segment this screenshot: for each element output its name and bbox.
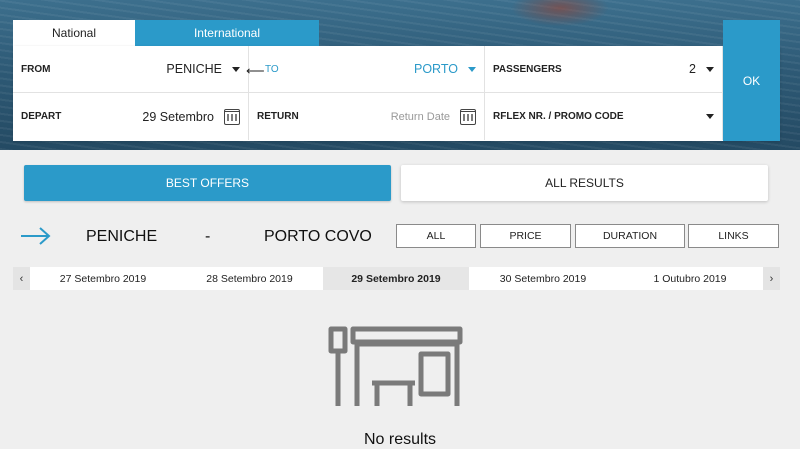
route-destination: PORTO COVO [264,228,372,245]
arrow-right-icon [21,227,51,245]
chevron-down-icon [232,66,240,72]
from-value: PENICHE [166,62,222,76]
date-item[interactable]: 1 Outubro 2019 [617,267,763,290]
depart-date-field[interactable]: DEPART 29 Setembro [13,93,249,140]
promo-label: RFLEX NR. / PROMO CODE [493,111,624,122]
date-item[interactable]: 30 Setembro 2019 [469,267,617,290]
travel-type-tabs: National International [13,20,319,46]
chevron-down-icon [706,66,714,72]
calendar-icon[interactable] [460,108,476,125]
from-select[interactable]: FROM PENICHE [13,46,249,93]
to-select[interactable]: TO PORTO [249,46,485,93]
passengers-value: 2 [689,62,696,76]
return-label: RETURN [257,111,299,122]
no-results-message: No results [363,431,437,448]
route-separator: - [205,228,211,245]
filter-all-button[interactable]: ALL [396,224,476,248]
ok-button[interactable]: OK [723,20,780,141]
sort-duration-button[interactable]: DURATION [575,224,685,248]
bus-stop-icon [328,326,463,406]
to-label: TO [265,63,279,75]
date-item[interactable]: 28 Setembro 2019 [176,267,323,290]
chevron-left-icon[interactable]: ‹ [13,267,30,290]
chevron-right-icon[interactable]: › [763,267,780,290]
return-date-field[interactable]: RETURN Return Date [249,93,485,140]
sort-links-button[interactable]: LINKS [688,224,779,248]
depart-label: DEPART [21,111,62,122]
route-origin: PENICHE [86,228,158,245]
tab-national[interactable]: National [13,20,135,46]
sort-price-button[interactable]: PRICE [480,224,571,248]
date-item[interactable]: 27 Setembro 2019 [30,267,176,290]
promo-code-select[interactable]: RFLEX NR. / PROMO CODE [485,93,723,140]
date-strip: ‹ 27 Setembro 2019 28 Setembro 2019 29 S… [13,267,780,290]
passengers-select[interactable]: PASSENGERS 2 [485,46,723,93]
calendar-icon[interactable] [224,108,240,125]
tab-international[interactable]: International [135,20,319,46]
chevron-down-icon [468,66,476,72]
to-value: PORTO [414,62,458,76]
return-placeholder: Return Date [390,110,450,123]
passengers-label: PASSENGERS [493,63,562,75]
depart-value: 29 Setembro [142,109,214,124]
all-results-tab[interactable]: ALL RESULTS [401,165,768,201]
from-label: FROM [21,63,51,75]
chevron-down-icon [706,114,714,119]
search-form: FROM PENICHE ⟵ TO PORTO PASSENGERS 2 DEP… [13,20,780,141]
date-item-selected[interactable]: 29 Setembro 2019 [323,267,469,290]
best-offers-tab[interactable]: BEST OFFERS [24,165,391,201]
